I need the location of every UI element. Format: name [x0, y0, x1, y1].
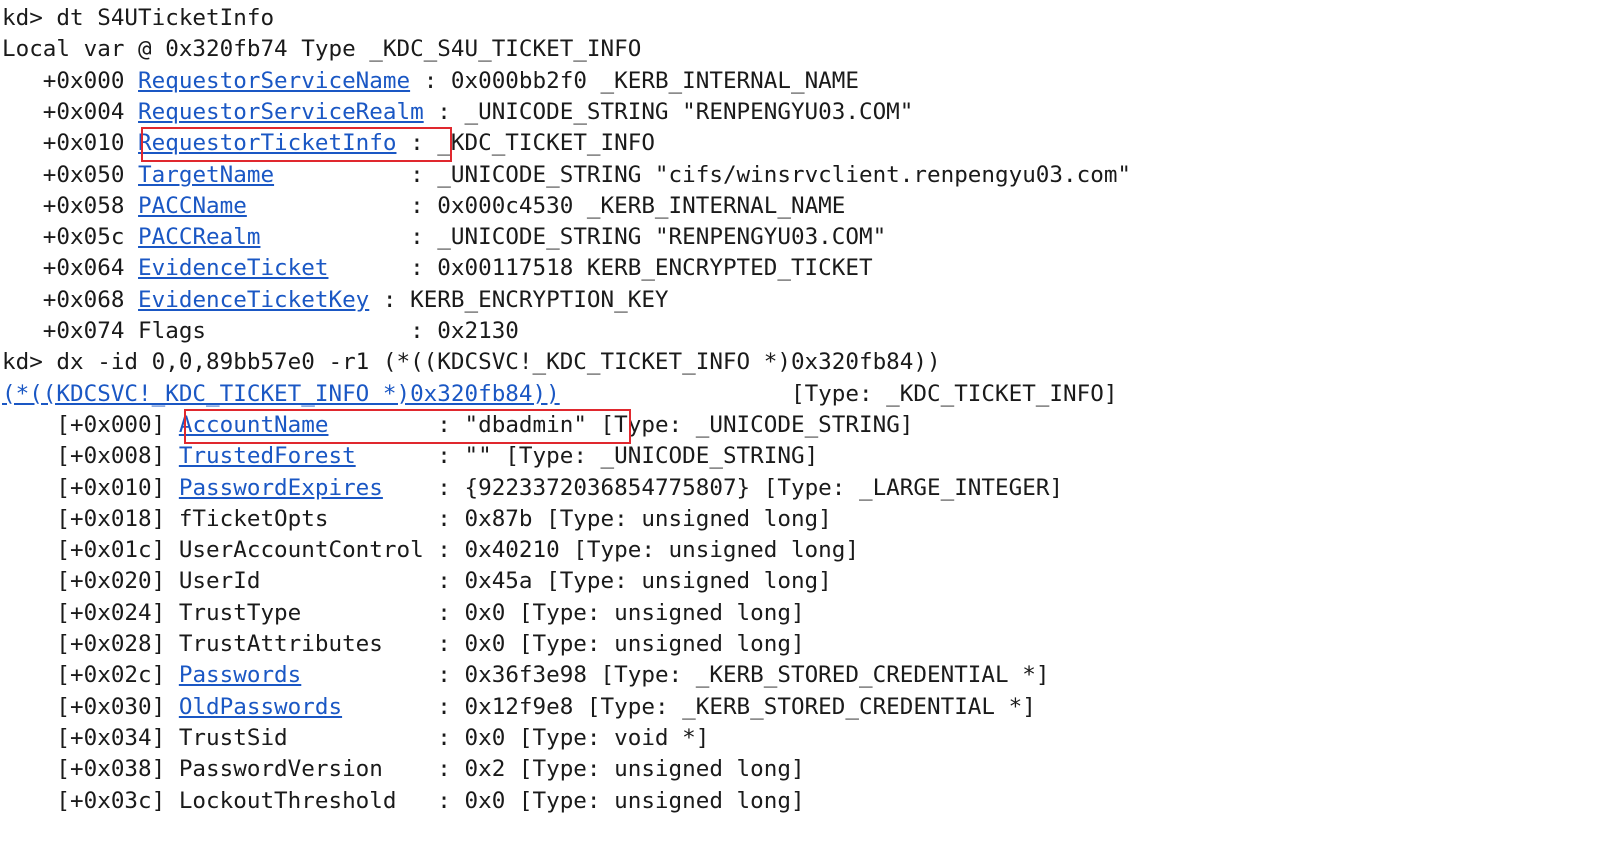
- console-line: +0x05c PACCRealm : _UNICODE_STRING "RENP…: [2, 222, 886, 253]
- console-text: [+0x028] TrustAttributes : 0x0 [Type: un…: [2, 631, 805, 657]
- console-line: [+0x038] PasswordVersion : 0x2 [Type: un…: [2, 754, 805, 785]
- console-text: : 0x12f9e8 [Type: _KERB_STORED_CREDENTIA…: [342, 693, 1036, 720]
- console-text: [+0x010]: [2, 474, 179, 501]
- dml-link[interactable]: Passwords: [179, 662, 301, 688]
- console-text: : _UNICODE_STRING "RENPENGYU03.COM": [260, 224, 887, 251]
- console-line: [+0x034] TrustSid : 0x0 [Type: void *]: [2, 723, 709, 754]
- console-text: : KERB_ENCRYPTION_KEY: [369, 286, 669, 313]
- console-text: +0x000: [2, 67, 139, 94]
- dml-link[interactable]: PACCRealm: [138, 224, 260, 250]
- console-text: [+0x000]: [2, 411, 179, 438]
- console-text: [+0x02c]: [2, 662, 179, 689]
- console-text: kd> dt S4UTicketInfo: [2, 5, 275, 31]
- console-text: [+0x038] PasswordVersion : 0x2 [Type: un…: [2, 756, 805, 783]
- console-text: [+0x01c] UserAccountControl : 0x40210 [T…: [2, 537, 859, 564]
- console-text: [+0x020] UserId : 0x45a [Type: unsigned …: [2, 568, 832, 595]
- console-line: [+0x01c] UserAccountControl : 0x40210 [T…: [2, 535, 859, 566]
- dml-link[interactable]: PACCName: [138, 193, 247, 219]
- dml-link[interactable]: TargetName: [138, 162, 274, 188]
- dml-link[interactable]: RequestorServiceRealm: [138, 99, 424, 125]
- console-line: [+0x030] OldPasswords : 0x12f9e8 [Type: …: [2, 692, 1036, 723]
- console-text: +0x074 Flags : 0x2130: [2, 318, 519, 344]
- console-text: : 0x00117518 KERB_ENCRYPTED_TICKET: [328, 255, 873, 282]
- console-text: kd> dx -id 0,0,89bb57e0 -r1 (*((KDCSVC!_…: [2, 349, 941, 376]
- console-text: : 0x000c4530 _KERB_INTERNAL_NAME: [246, 192, 846, 219]
- console-line: kd> dt S4UTicketInfo: [2, 3, 274, 34]
- console-line: +0x058 PACCName : 0x000c4530 _KERB_INTER…: [2, 191, 846, 222]
- dml-link[interactable]: RequestorTicketInfo: [138, 130, 396, 156]
- console-text: : _UNICODE_STRING "cifs/winsrvclient.ren…: [274, 161, 1132, 188]
- console-text: +0x05c: [2, 224, 139, 251]
- console-line: kd> dx -id 0,0,89bb57e0 -r1 (*((KDCSVC!_…: [2, 347, 941, 378]
- debugger-console: kd> dt S4UTicketInfo Local var @ 0x320fb7…: [0, 0, 1600, 849]
- console-text: Local var @ 0x320fb74 Type _KDC_S4U_TICK…: [2, 36, 642, 63]
- console-line: +0x074 Flags : 0x2130: [2, 316, 519, 347]
- console-text: +0x050: [2, 161, 139, 188]
- console-line: [+0x028] TrustAttributes : 0x0 [Type: un…: [2, 629, 805, 660]
- console-line: +0x004 RequestorServiceRealm : _UNICODE_…: [2, 97, 914, 128]
- console-text: [+0x008]: [2, 443, 179, 470]
- console-text: : _UNICODE_STRING "RENPENGYU03.COM": [423, 98, 914, 125]
- console-text: : {9223372036854775807} [Type: _LARGE_IN…: [382, 474, 1064, 501]
- console-line: [+0x02c] Passwords : 0x36f3e98 [Type: _K…: [2, 660, 1049, 691]
- console-text: [+0x018] fTicketOpts : 0x87b [Type: unsi…: [2, 505, 832, 532]
- dml-link[interactable]: EvidenceTicketKey: [138, 287, 369, 313]
- console-line: [+0x008] TrustedForest : "" [Type: _UNIC…: [2, 441, 818, 472]
- console-text: : "" [Type: _UNICODE_STRING]: [355, 443, 819, 470]
- console-text: : 0x000bb2f0 _KERB_INTERNAL_NAME: [410, 67, 859, 94]
- dml-link[interactable]: RequestorServiceName: [138, 68, 410, 94]
- console-text: : _KDC_TICKET_INFO: [396, 130, 655, 157]
- console-line: [+0x018] fTicketOpts : 0x87b [Type: unsi…: [2, 504, 832, 535]
- console-text: [+0x034] TrustSid : 0x0 [Type: void *]: [2, 724, 710, 751]
- dml-link[interactable]: (*((KDCSVC!_KDC_TICKET_INFO *)0x320fb84)…: [2, 381, 560, 407]
- console-line: +0x000 RequestorServiceName : 0x000bb2f0…: [2, 66, 859, 97]
- dml-link[interactable]: EvidenceTicket: [138, 255, 328, 281]
- console-text: +0x010: [2, 130, 139, 157]
- dml-link[interactable]: AccountName: [179, 412, 329, 438]
- console-text: [+0x030]: [2, 693, 179, 720]
- console-text: +0x004: [2, 98, 139, 125]
- console-line: +0x050 TargetName : _UNICODE_STRING "cif…: [2, 160, 1131, 191]
- console-line: [+0x024] TrustType : 0x0 [Type: unsigned…: [2, 598, 805, 629]
- console-line: [+0x03c] LockoutThreshold : 0x0 [Type: u…: [2, 786, 805, 817]
- console-text: [+0x024] TrustType : 0x0 [Type: unsigned…: [2, 599, 805, 626]
- console-text: +0x068: [2, 286, 139, 313]
- console-line: [+0x010] PasswordExpires : {922337203685…: [2, 473, 1063, 504]
- dml-link[interactable]: OldPasswords: [179, 694, 342, 720]
- console-text: [+0x03c] LockoutThreshold : 0x0 [Type: u…: [2, 787, 805, 814]
- console-text: : "dbadmin" [Type: _UNICODE_STRING]: [328, 411, 914, 438]
- dml-link[interactable]: PasswordExpires: [179, 475, 383, 501]
- console-text: : 0x36f3e98 [Type: _KERB_STORED_CREDENTI…: [301, 662, 1050, 689]
- console-text: [Type: _KDC_TICKET_INFO]: [559, 380, 1118, 407]
- console-line: (*((KDCSVC!_KDC_TICKET_INFO *)0x320fb84)…: [2, 379, 1117, 410]
- console-line: [+0x000] AccountName : "dbadmin" [Type: …: [2, 410, 913, 441]
- console-line: +0x068 EvidenceTicketKey : KERB_ENCRYPTI…: [2, 285, 669, 316]
- console-line: Local var @ 0x320fb74 Type _KDC_S4U_TICK…: [2, 34, 641, 65]
- dml-link[interactable]: TrustedForest: [179, 443, 356, 469]
- console-text: +0x064: [2, 255, 139, 282]
- console-line: +0x010 RequestorTicketInfo : _KDC_TICKET…: [2, 128, 655, 159]
- console-line: +0x064 EvidenceTicket : 0x00117518 KERB_…: [2, 253, 873, 284]
- console-line: [+0x020] UserId : 0x45a [Type: unsigned …: [2, 566, 832, 597]
- console-text: +0x058: [2, 192, 139, 219]
